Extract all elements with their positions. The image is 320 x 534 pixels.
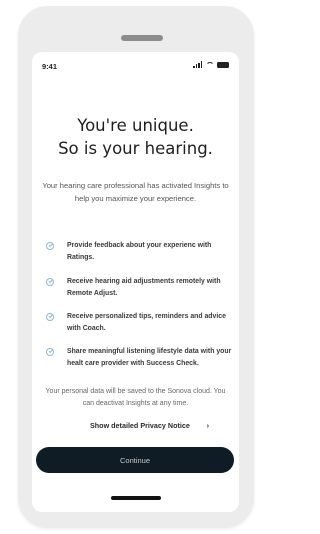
- chevron-right-icon: ›: [206, 421, 209, 430]
- feature-text: Share meaningful listening lifestyle dat…: [67, 348, 232, 367]
- feature-ratings: Provide feedback about your experienc wi…: [46, 240, 233, 264]
- feature-text: Receive hearing aid adjustments remotely…: [67, 278, 221, 297]
- phone-speaker: [121, 35, 163, 41]
- feature-remote-adjust: Receive hearing aid adjustments remotely…: [46, 276, 233, 300]
- continue-button[interactable]: Continue: [36, 447, 234, 473]
- battery-icon: [217, 61, 229, 68]
- signal-icon: [193, 61, 203, 68]
- title-line-2: So is your hearing.: [58, 139, 213, 158]
- check-circle-icon: [46, 278, 54, 286]
- feature-text: Receive personalized tips, reminders and…: [67, 313, 226, 332]
- privacy-link-label: Show detailed Privacy Notice: [90, 421, 190, 430]
- status-time: 9:41: [42, 62, 58, 71]
- feature-coach: Receive personalized tips, reminders and…: [46, 311, 233, 335]
- privacy-notice-link[interactable]: Show detailed Privacy Notice ›: [90, 421, 209, 430]
- check-circle-icon: [46, 242, 54, 250]
- status-bar: 9:41: [32, 60, 239, 74]
- check-circle-icon: [46, 348, 54, 356]
- app-screen: 9:41 You're unique. So is your hearing. …: [32, 52, 239, 512]
- feature-success-check: Share meaningful listening lifestyle dat…: [46, 346, 233, 370]
- status-icons: [193, 61, 229, 68]
- wifi-icon: [206, 61, 214, 68]
- title-line-1: You're unique.: [77, 116, 194, 135]
- page-title: You're unique. So is your hearing.: [32, 114, 239, 160]
- feature-text: Provide feedback about your experienc wi…: [67, 242, 212, 261]
- home-indicator: [111, 496, 161, 500]
- check-circle-icon: [46, 313, 54, 321]
- privacy-note: Your personal data will be saved to the …: [45, 388, 226, 407]
- intro-text: Your hearing care professional has activ…: [42, 181, 229, 203]
